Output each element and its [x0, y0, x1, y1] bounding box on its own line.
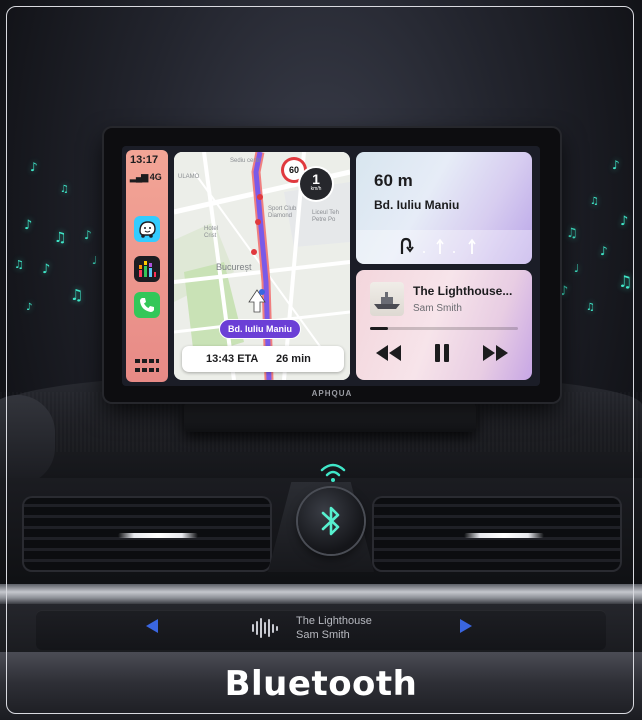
song-artist: Sam Smith [413, 303, 462, 314]
playback-progress-fill [370, 327, 388, 330]
music-note-icon: ♪ [620, 214, 629, 229]
trip-duration: 26 min [276, 353, 311, 365]
product-scene: ♪ ♫ ♪ ♫ ♪ ♫ ♪ ♩ ♫ ♪ ♪ ♫ ♪ ♫ ♪ ♩ ♫ ♪ ♫ Th… [0, 0, 642, 720]
rewind-button[interactable] [374, 343, 402, 363]
music-note-icon: ♩ [92, 254, 98, 267]
current-speed: 1 km/h [300, 168, 332, 200]
music-note-icon: ♫ [618, 272, 633, 291]
wireless-signal-icon [320, 463, 346, 482]
music-note-icon: ♫ [60, 184, 69, 195]
waze-icon [139, 221, 156, 238]
straight-arrow-icon [436, 238, 444, 254]
feature-caption: Bluetooth [224, 664, 418, 704]
u-turn-icon [400, 237, 414, 254]
turn-street: Bd. Iuliu Maniu [374, 198, 460, 212]
music-note-icon: ♪ [26, 302, 33, 313]
music-note-icon: ♪ [560, 284, 569, 299]
music-note-icon: ♫ [70, 286, 84, 304]
status-signal: ▂▄▆ 4G [130, 172, 162, 183]
next-track-arrow-icon[interactable] [460, 619, 472, 633]
car-media-text: The Lighthouse Sam Smith [296, 614, 372, 642]
vent-light-left [118, 533, 198, 538]
previous-track-arrow-icon[interactable] [146, 619, 158, 633]
vent-light-right [464, 533, 544, 538]
lane-guidance [400, 237, 476, 254]
music-note-icon: ♫ [566, 226, 578, 241]
network-type: 4G [149, 172, 162, 182]
eta-time: 13:43 ETA [206, 353, 259, 365]
music-note-icon: ♪ [30, 160, 38, 174]
turn-distance: 60 m [374, 171, 413, 190]
straight-arrow-icon [468, 238, 476, 254]
playback-progress-track[interactable] [370, 327, 518, 330]
map-label-hotel: Hotel Crist [204, 226, 219, 239]
music-note-icon: ♪ [24, 218, 33, 233]
pause-button[interactable] [432, 343, 452, 363]
phone-icon [140, 298, 154, 312]
current-street-pill: Bd. Iuliu Maniu [220, 320, 300, 338]
fast-forward-button[interactable] [482, 343, 510, 363]
speed-unit: km/h [310, 186, 322, 192]
music-note-icon: ♫ [590, 196, 599, 207]
car-media-title: The Lighthouse [296, 615, 372, 627]
chrome-trim [0, 584, 642, 604]
device-stand [184, 402, 476, 432]
map-label-school: Liceul Teh Petre Po [312, 210, 339, 223]
map-label-city: Bucureșt [216, 262, 252, 272]
equalizer-icon [139, 261, 156, 277]
bluetooth-icon [321, 506, 340, 536]
music-note-icon: ♪ [84, 228, 92, 242]
map-label-ulamo: ULAMO [178, 174, 200, 180]
map-label-hq: Sediu centr [230, 158, 261, 164]
music-note-icon: ♫ [586, 302, 595, 313]
app-grid-icon[interactable] [134, 358, 160, 374]
status-time: 13:17 [130, 154, 159, 166]
album-art [370, 282, 404, 316]
car-media-artist: Sam Smith [296, 629, 350, 641]
music-app-icon[interactable] [134, 256, 160, 282]
signal-bars-icon: ▂▄▆ [130, 172, 148, 182]
music-note-icon: ♩ [574, 262, 580, 275]
audio-wave-icon [252, 616, 278, 640]
map-label-club: Sport Club Diamond [268, 206, 297, 219]
music-note-icon: ♪ [600, 244, 608, 258]
phone-app-icon[interactable] [134, 292, 160, 318]
brand-logo: APHQUA [311, 389, 353, 398]
music-note-icon: ♪ [612, 158, 620, 172]
music-note-icon: ♫ [54, 230, 67, 246]
music-note-icon: ♪ [42, 262, 51, 277]
waze-app-icon[interactable] [134, 216, 160, 242]
song-title: The Lighthouse... [413, 284, 513, 298]
music-note-icon: ♫ [14, 258, 24, 271]
boat-artwork-icon [374, 292, 400, 309]
